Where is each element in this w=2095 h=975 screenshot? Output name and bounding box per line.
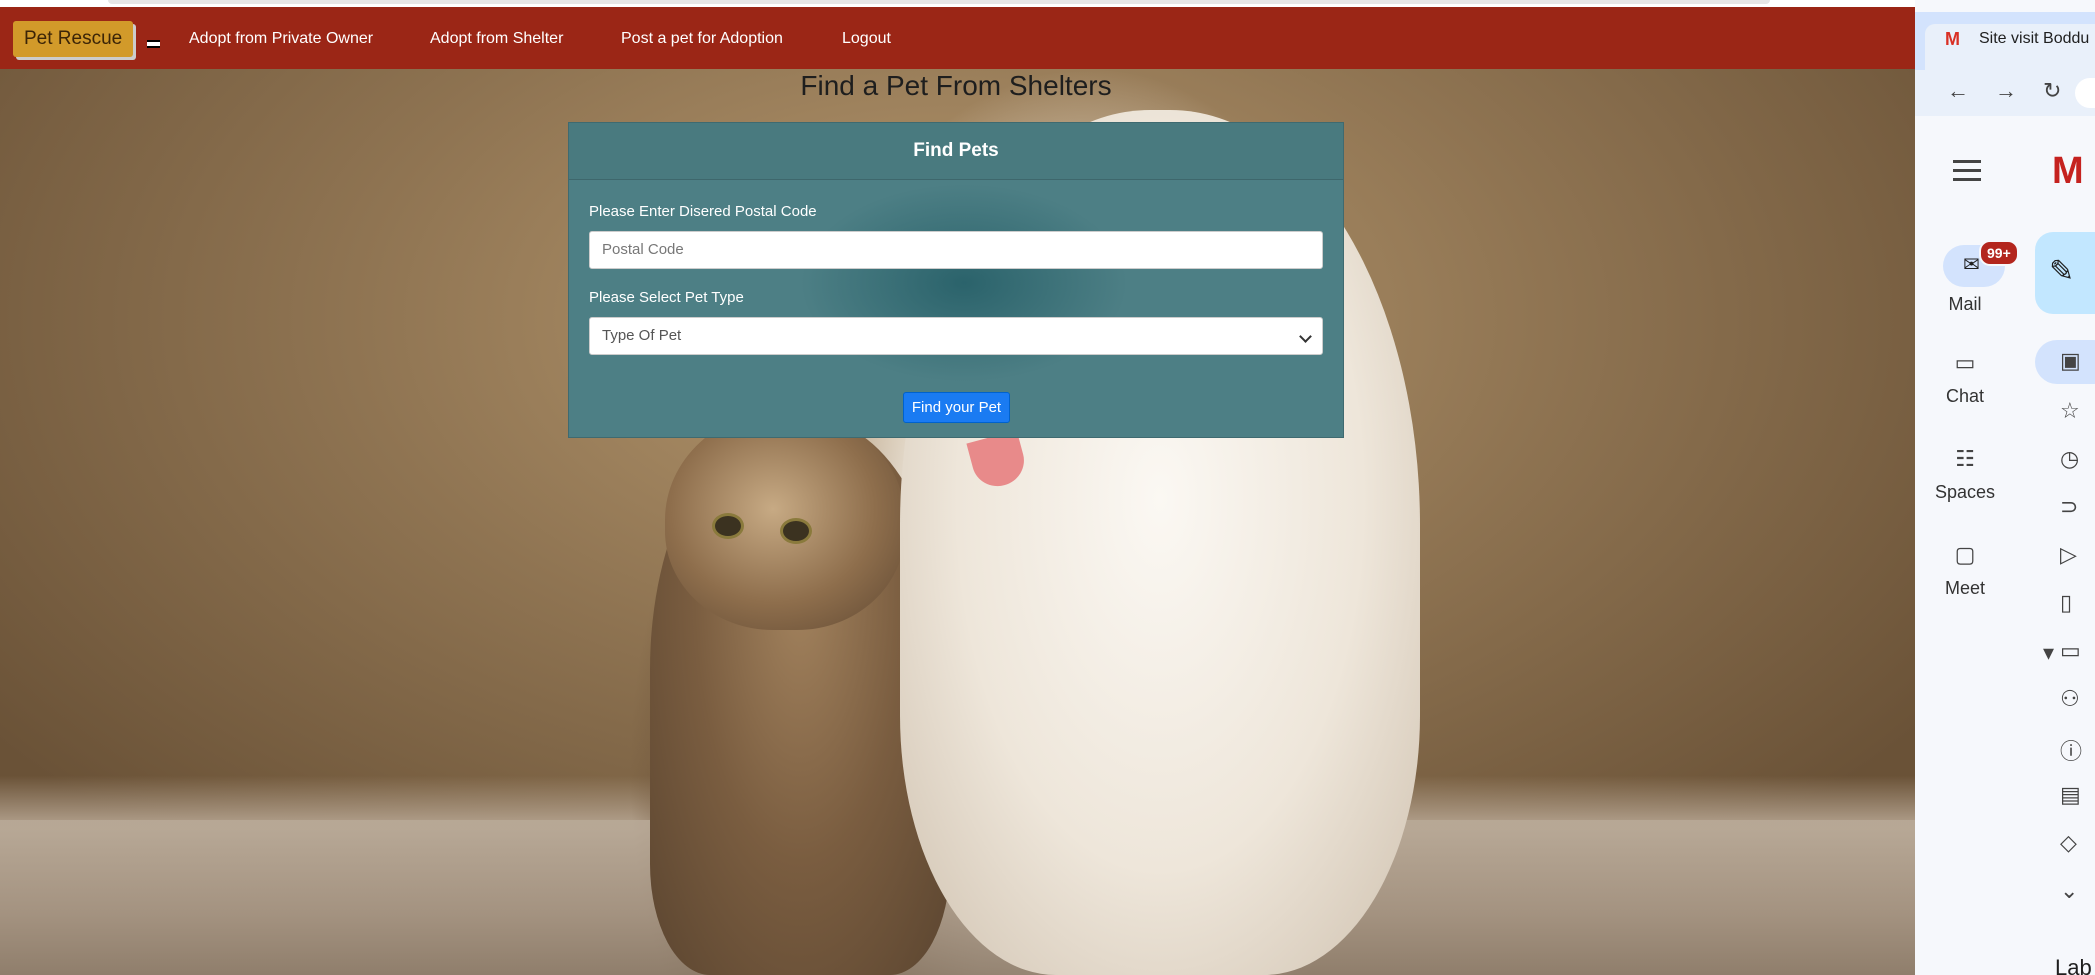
rail-label-chat: Chat [1945, 386, 1985, 406]
brand-logo[interactable]: Pet Rescue [13, 21, 134, 57]
postal-code-label: Please Enter Disered Postal Code [589, 203, 817, 220]
unread-badge: 99+ [1979, 240, 2019, 266]
snoozed-icon[interactable]: ◷ [2060, 446, 2079, 472]
gmail-logo-icon[interactable]: M [2052, 150, 2084, 193]
drafts-icon[interactable]: ▯ [2060, 590, 2072, 616]
find-pets-card: Find Pets Please Enter Disered Postal Co… [568, 122, 1344, 438]
labels-heading: Lab [2055, 955, 2092, 975]
categories-label-icon[interactable]: ▭ [2060, 638, 2081, 664]
kitten-eye [712, 513, 744, 539]
pet-type-select[interactable]: Type Of Pet [589, 317, 1323, 355]
rail-label-spaces: Spaces [1934, 482, 1996, 502]
chat-icon: ▭ [1954, 350, 1976, 375]
nav-adopt-shelter[interactable]: Adopt from Shelter [430, 30, 563, 48]
pet-type-label: Please Select Pet Type [589, 289, 744, 306]
main-menu-icon[interactable] [1953, 160, 1981, 187]
important-icon[interactable]: ⊃ [2060, 494, 2078, 520]
meet-icon: ▢ [1954, 542, 1976, 567]
promotions-tag-icon[interactable]: ◇ [2060, 830, 2077, 856]
reload-icon[interactable]: ↻ [2043, 78, 2061, 104]
menu-toggle-icon[interactable] [147, 40, 160, 48]
nav-logout[interactable]: Logout [842, 30, 891, 48]
mail-icon[interactable]: ✉ [1963, 252, 1980, 277]
gmail-favicon-icon: M [1945, 29, 1960, 49]
rail-item-mail[interactable]: Mail [1915, 294, 2015, 315]
pencil-icon: ✎ [2049, 255, 2075, 288]
back-icon[interactable]: ← [1947, 78, 1969, 104]
rail-item-meet[interactable]: ▢ Meet [1915, 542, 2015, 599]
social-icon[interactable]: ⚇ [2060, 686, 2080, 712]
more-chevron-icon[interactable]: ⌄ [2060, 878, 2078, 904]
card-header: Find Pets [569, 123, 1343, 180]
starred-icon[interactable]: ☆ [2060, 398, 2080, 424]
nav-post-pet[interactable]: Post a pet for Adoption [621, 30, 783, 48]
forward-icon[interactable]: → [1995, 78, 2017, 104]
nav-adopt-private-owner[interactable]: Adopt from Private Owner [189, 30, 373, 48]
sent-icon[interactable]: ▷ [2060, 542, 2077, 568]
rail-label-meet: Meet [1944, 578, 1986, 598]
spaces-icon: ☷ [1955, 446, 1975, 471]
pet-rescue-app: Pet Rescue Adopt from Private Owner Adop… [0, 0, 1915, 975]
updates-info-icon[interactable]: ⓘ [2060, 734, 2082, 766]
postal-code-input[interactable]: Postal Code [589, 231, 1323, 269]
navbar: Pet Rescue Adopt from Private Owner Adop… [0, 7, 1915, 69]
rail-item-spaces[interactable]: ☷ Spaces [1915, 446, 2015, 503]
tab-title[interactable]: Site visit Boddu [1979, 30, 2089, 48]
compose-button[interactable]: ✎ [2035, 232, 2095, 314]
forums-icon[interactable]: ▤ [2060, 782, 2081, 808]
find-your-pet-button[interactable]: Find your Pet [903, 392, 1010, 423]
kitten-eye [780, 518, 812, 544]
expand-categories-icon[interactable]: ▾ [2043, 640, 2054, 666]
rail-label-mail: Mail [1948, 294, 1982, 314]
page-title: Find a Pet From Shelters [800, 70, 1112, 101]
inbox-icon[interactable]: ▣ [2060, 348, 2081, 374]
gmail-window: M Site visit Boddu ← → ↻ M ✉ 99+ Mail ▭ … [1915, 0, 2095, 975]
rail-item-chat[interactable]: ▭ Chat [1915, 350, 2015, 407]
